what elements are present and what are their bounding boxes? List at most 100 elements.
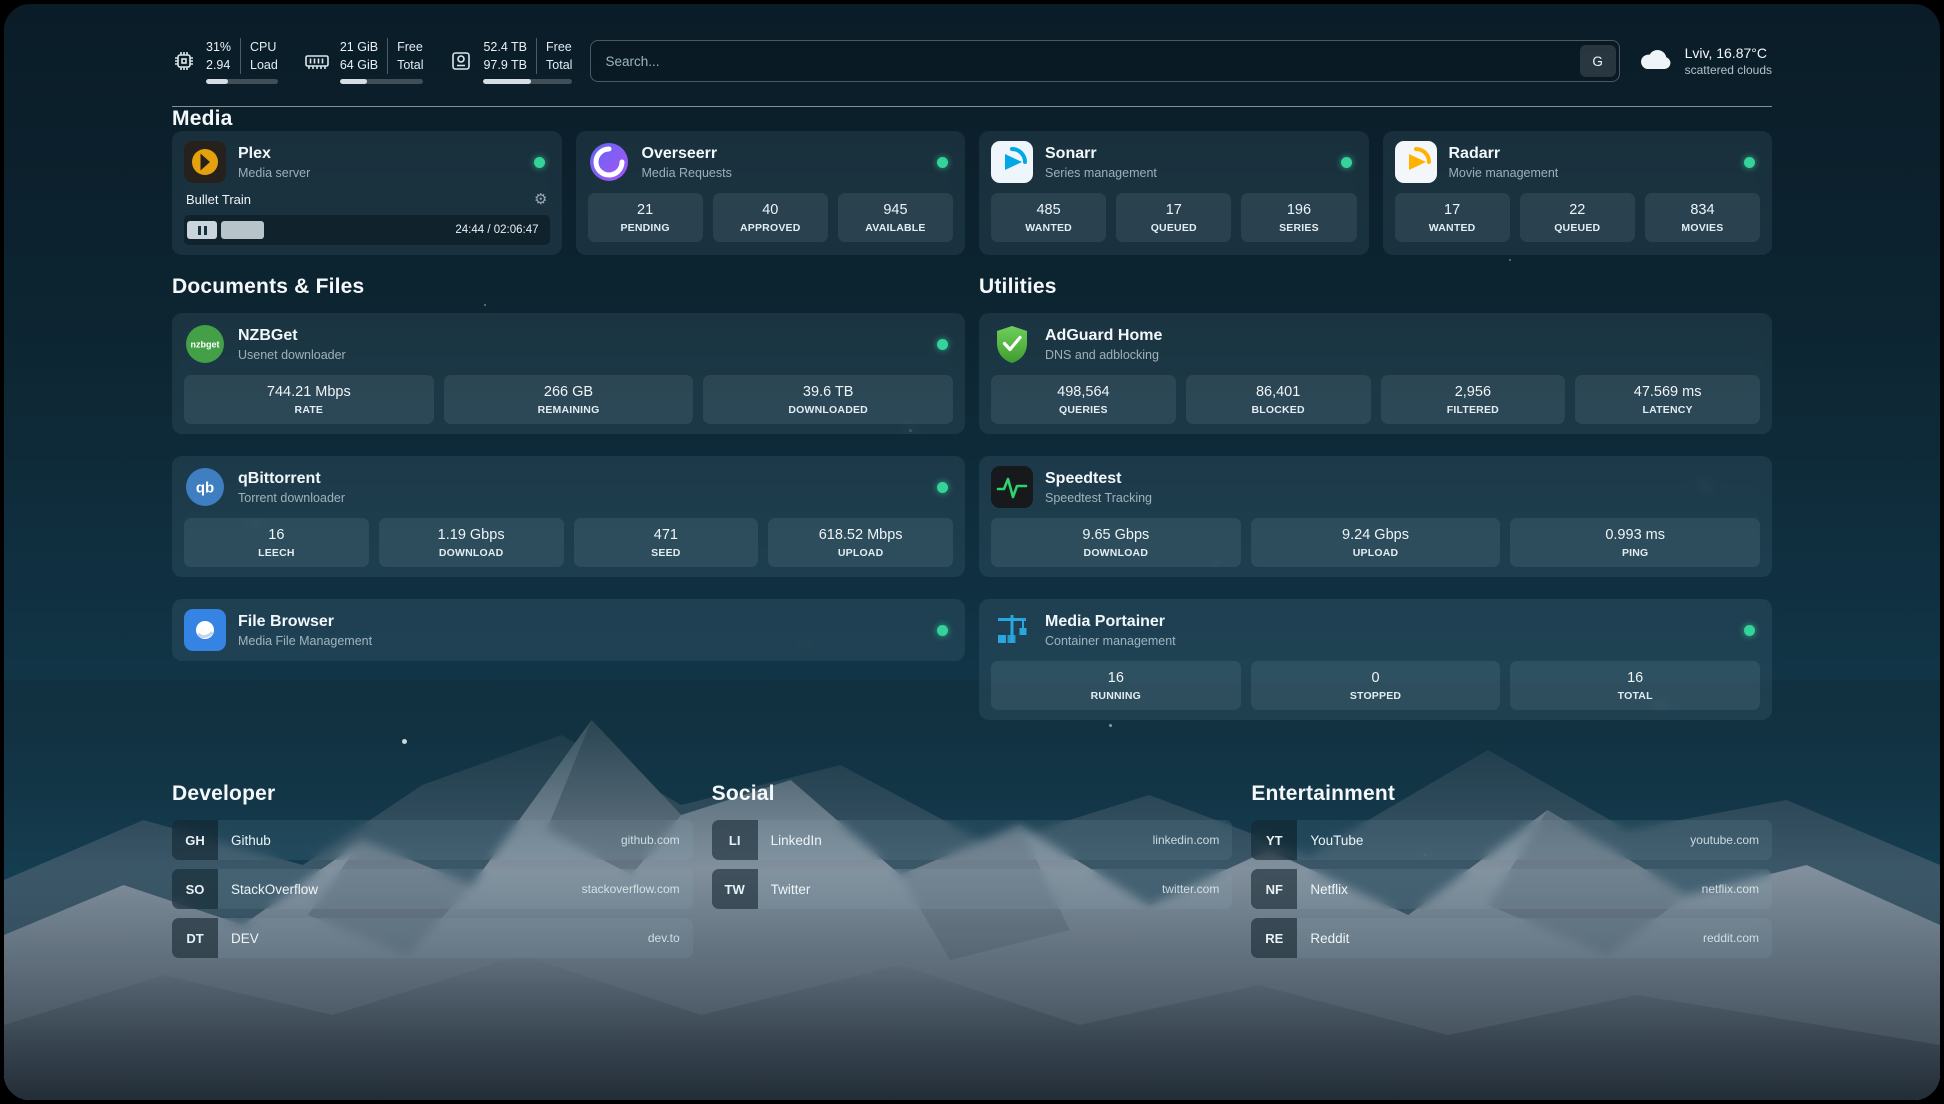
status-dot xyxy=(937,339,948,350)
bookmark-url: stackoverflow.com xyxy=(582,882,693,896)
app-description: Media Requests xyxy=(642,166,732,180)
app-card-plex[interactable]: Plex Media server Bullet Train ⚙ xyxy=(172,131,562,255)
plex-icon xyxy=(184,141,226,183)
app-card-adguard[interactable]: AdGuard Home DNS and adblocking 498,564 … xyxy=(979,313,1772,434)
stat-filtered: 2,956 FILTERED xyxy=(1381,375,1566,424)
app-card-radarr[interactable]: Radarr Movie management 17 WANTED 22 QUE… xyxy=(1383,131,1773,255)
app-card-sonarr[interactable]: Sonarr Series management 485 WANTED 17 Q… xyxy=(979,131,1369,255)
middle-grid: Documents & Files nzbget NZBGet Usenet d xyxy=(172,275,1772,742)
developer-column: Developer GH Github github.com SO StackO… xyxy=(172,782,693,967)
plex-now-playing: Bullet Train ⚙ 24:44 / 02:06:47 xyxy=(184,192,550,245)
app-description: Series management xyxy=(1045,166,1157,180)
section-title-utilities: Utilities xyxy=(979,275,1772,299)
stat-seed: 471 SEED xyxy=(574,518,759,567)
status-dot xyxy=(1744,157,1755,168)
stat-blocked: 86,401 BLOCKED xyxy=(1186,375,1371,424)
stat-queued: 22 QUEUED xyxy=(1520,193,1635,242)
app-card-portainer[interactable]: Media Portainer Container management 16 … xyxy=(979,599,1772,720)
bookmark-stackoverflow[interactable]: SO StackOverflow stackoverflow.com xyxy=(172,869,693,909)
adguard-icon xyxy=(991,323,1033,365)
disk-free-value: 52.4 TB xyxy=(483,38,527,56)
app-name: AdGuard Home xyxy=(1045,327,1162,345)
app-card-qbittorrent[interactable]: qb qBittorrent Torrent downloader 16 LEE… xyxy=(172,456,965,577)
bookmark-twitter[interactable]: TW Twitter twitter.com xyxy=(712,869,1233,909)
bookmark-name: Github xyxy=(218,833,271,848)
cpu-label: CPU xyxy=(250,38,278,56)
app-card-overseerr[interactable]: Overseerr Media Requests 21 PENDING 40 A… xyxy=(576,131,966,255)
stat-approved: 40 APPROVED xyxy=(713,193,828,242)
app-name: Media Portainer xyxy=(1045,613,1176,631)
pause-button[interactable] xyxy=(187,221,217,239)
disk-total-value: 97.9 TB xyxy=(483,56,527,74)
weather-widget: Lviv, 16.87°C scattered clouds xyxy=(1638,45,1772,78)
bookmark-linkedin[interactable]: LI LinkedIn linkedin.com xyxy=(712,820,1233,860)
bookmark-youtube[interactable]: YT YouTube youtube.com xyxy=(1251,820,1772,860)
bookmark-url: linkedin.com xyxy=(1153,833,1233,847)
cpu-load-label: Load xyxy=(250,56,278,74)
app-description: Media server xyxy=(238,166,310,180)
app-description: Usenet downloader xyxy=(238,348,346,362)
disk-widget: 52.4 TB 97.9 TB Free Total xyxy=(449,38,572,84)
stat-queued: 17 QUEUED xyxy=(1116,193,1231,242)
topbar: 31% 2.94 CPU Load xyxy=(172,38,1772,84)
cloud-icon xyxy=(1638,45,1674,78)
app-name: Sonarr xyxy=(1045,145,1157,163)
search-bar[interactable]: G xyxy=(590,40,1619,82)
bookmark-abbr: TW xyxy=(712,869,758,909)
app-name: Radarr xyxy=(1449,145,1559,163)
section-title-media: Media xyxy=(172,107,1772,131)
cpu-icon xyxy=(172,49,196,73)
bookmark-github[interactable]: GH Github github.com xyxy=(172,820,693,860)
app-description: Speedtest Tracking xyxy=(1045,491,1152,505)
stat-upload: 9.24 Gbps UPLOAD xyxy=(1251,518,1501,567)
settings-gear-icon[interactable]: ⚙ xyxy=(534,192,547,207)
stat-series: 196 SERIES xyxy=(1241,193,1356,242)
app-card-nzbget[interactable]: nzbget NZBGet Usenet downloader 744.21 M… xyxy=(172,313,965,434)
cpu-load-value: 2.94 xyxy=(206,56,230,74)
disk-total-label: Total xyxy=(546,56,572,74)
app-description: Torrent downloader xyxy=(238,491,345,505)
documents-column: Documents & Files nzbget NZBGet Usenet d xyxy=(172,275,965,683)
bookmark-url: github.com xyxy=(621,833,693,847)
bookmark-abbr: LI xyxy=(712,820,758,860)
app-description: DNS and adblocking xyxy=(1045,348,1162,362)
status-dot xyxy=(534,157,545,168)
search-input[interactable] xyxy=(591,54,1576,69)
bookmark-name: StackOverflow xyxy=(218,882,318,897)
memory-progress-bar xyxy=(340,79,424,84)
app-description: Movie management xyxy=(1449,166,1559,180)
app-name: Overseerr xyxy=(642,145,732,163)
status-dot xyxy=(1341,157,1352,168)
bookmark-dev[interactable]: DT DEV dev.to xyxy=(172,918,693,958)
memory-total-label: Total xyxy=(397,56,423,74)
search-provider-button[interactable]: G xyxy=(1580,45,1616,77)
weather-location: Lviv, 16.87°C xyxy=(1685,45,1772,61)
bookmark-url: dev.to xyxy=(648,931,693,945)
status-dot xyxy=(937,157,948,168)
disk-free-label: Free xyxy=(546,38,572,56)
playback-time: 24:44 / 02:06:47 xyxy=(445,224,546,236)
app-name: File Browser xyxy=(238,613,372,631)
bookmark-reddit[interactable]: RE Reddit reddit.com xyxy=(1251,918,1772,958)
social-column: Social LI LinkedIn linkedin.com TW Twitt… xyxy=(712,782,1233,967)
cpu-value: 31% xyxy=(206,38,231,56)
cpu-progress-bar xyxy=(206,79,278,84)
stat-downloaded: 39.6 TB DOWNLOADED xyxy=(703,375,953,424)
stat-wanted: 485 WANTED xyxy=(991,193,1106,242)
bookmark-abbr: NF xyxy=(1251,869,1297,909)
bookmark-netflix[interactable]: NF Netflix netflix.com xyxy=(1251,869,1772,909)
bookmark-abbr: DT xyxy=(172,918,218,958)
stat-latency: 47.569 ms LATENCY xyxy=(1575,375,1760,424)
stat-download: 1.19 Gbps DOWNLOAD xyxy=(379,518,564,567)
memory-free-label: Free xyxy=(397,38,423,56)
disk-icon xyxy=(449,49,473,73)
playback-progress xyxy=(221,221,445,239)
app-card-speedtest[interactable]: Speedtest Speedtest Tracking 9.65 Gbps D… xyxy=(979,456,1772,577)
stat-queries: 498,564 QUERIES xyxy=(991,375,1176,424)
stat-total: 16 TOTAL xyxy=(1510,661,1760,710)
stat-stopped: 0 STOPPED xyxy=(1251,661,1501,710)
speedtest-icon xyxy=(991,466,1033,508)
app-card-filebrowser[interactable]: File Browser Media File Management xyxy=(172,599,965,661)
stat-rate: 744.21 Mbps RATE xyxy=(184,375,434,424)
dashboard: 31% 2.94 CPU Load xyxy=(4,4,1940,1100)
